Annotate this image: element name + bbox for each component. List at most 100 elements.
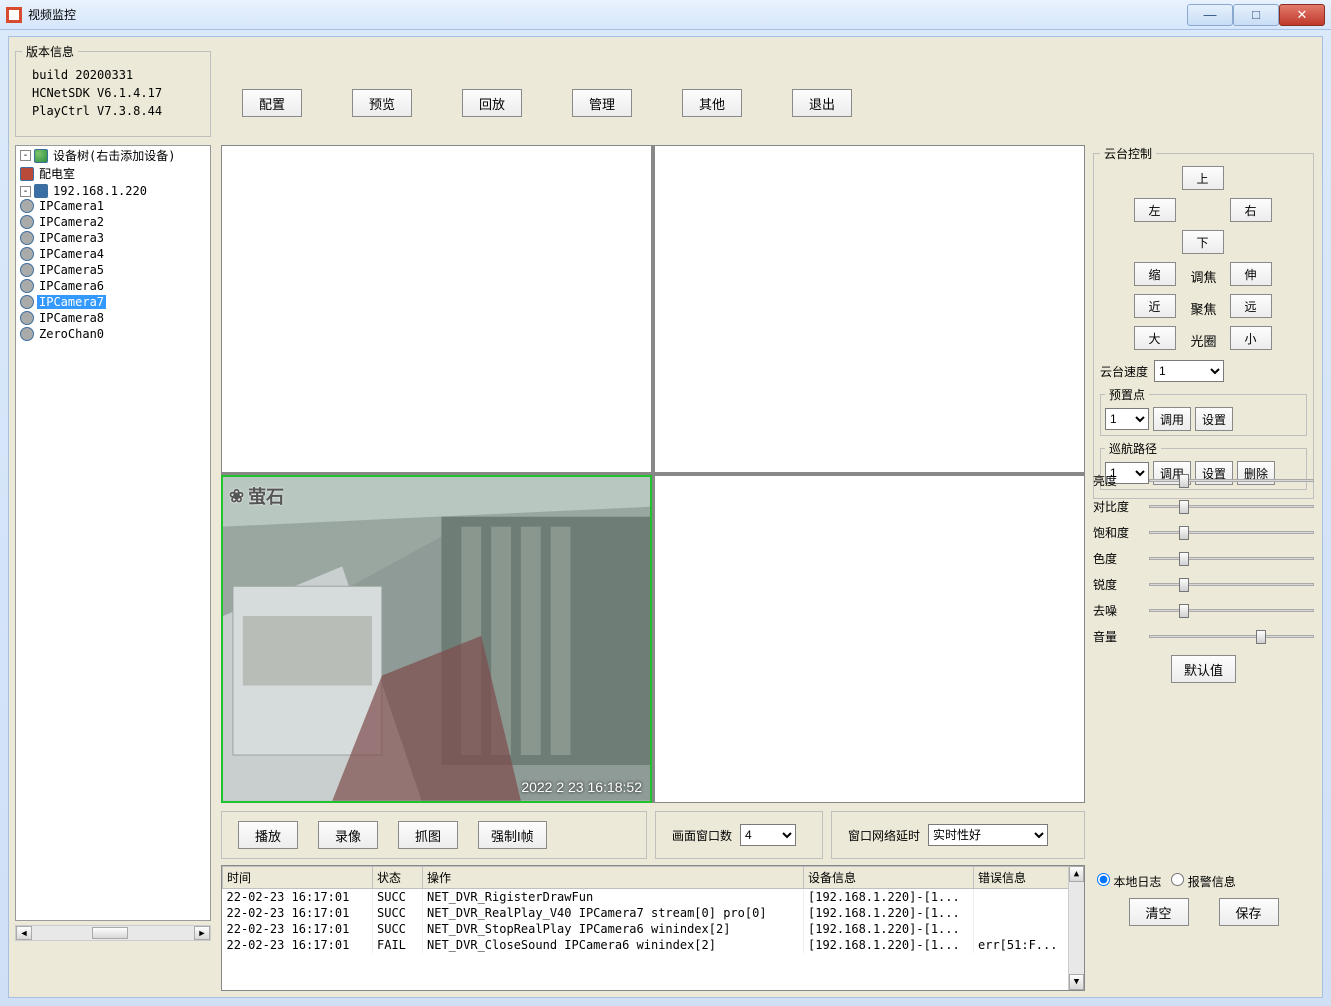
camera-icon	[20, 263, 34, 277]
minimize-button[interactable]: —	[1187, 4, 1233, 26]
scroll-thumb[interactable]	[92, 927, 128, 939]
save-log-button[interactable]: 保存	[1219, 898, 1279, 926]
tree-camera[interactable]: IPCamera2	[16, 215, 210, 229]
ptz-down-button[interactable]: 下	[1182, 230, 1224, 254]
scroll-down-icon[interactable]: ▼	[1069, 974, 1084, 990]
video-cell-1[interactable]	[221, 145, 652, 473]
table-row[interactable]: 22-02-23 16:17:01SUCCNET_DVR_StopRealPla…	[223, 921, 1084, 937]
contrast-slider[interactable]	[1149, 496, 1314, 516]
ptz-speed-select[interactable]: 1	[1154, 360, 1224, 382]
ptz-zoomin-button[interactable]: 伸	[1230, 262, 1272, 286]
wincount-select[interactable]: 4	[740, 824, 796, 846]
volume-slider[interactable]	[1149, 626, 1314, 646]
ptz-panel: 云台控制 上 左右 下 缩调焦伸 近聚焦远 大光圈小 云台速度 1 预置点 1 …	[1093, 145, 1314, 499]
col-status[interactable]: 状态	[373, 867, 423, 889]
device-tree[interactable]: - 设备树(右击添加设备) 配电室 - 192.168.1.220 IPCame…	[15, 145, 211, 921]
playback-button[interactable]: 回放	[462, 89, 522, 117]
tree-hscroll[interactable]: ◄ ►	[15, 925, 211, 941]
video-cell-2[interactable]	[654, 145, 1085, 473]
expander-icon[interactable]: -	[20, 150, 31, 161]
video-cell-4[interactable]	[654, 475, 1085, 803]
table-row[interactable]: 22-02-23 16:17:01SUCCNET_DVR_RigisterDra…	[223, 889, 1084, 906]
record-button[interactable]: 录像	[318, 821, 378, 849]
manage-button[interactable]: 管理	[572, 89, 632, 117]
version-play: PlayCtrl V7.3.8.44	[32, 104, 204, 118]
saturation-slider[interactable]	[1149, 522, 1314, 542]
denoise-slider[interactable]	[1149, 600, 1314, 620]
exit-button[interactable]: 退出	[792, 89, 852, 117]
tree-camera[interactable]: IPCamera7	[16, 295, 210, 309]
tree-camera[interactable]: ZeroChan0	[16, 327, 210, 341]
camera-icon	[20, 247, 34, 261]
table-row[interactable]: 22-02-23 16:17:01SUCCNET_DVR_RealPlay_V4…	[223, 905, 1084, 921]
config-button[interactable]: 配置	[242, 89, 302, 117]
default-button[interactable]: 默认值	[1171, 655, 1236, 683]
maximize-button[interactable]: □	[1233, 4, 1279, 26]
camera-icon	[20, 231, 34, 245]
camera-icon	[20, 199, 34, 213]
hue-label: 色度	[1093, 550, 1143, 567]
tree-root[interactable]: - 设备树(右击添加设备)	[16, 147, 210, 164]
delay-label: 窗口网络延时	[848, 827, 920, 844]
video-cell-3-active[interactable]: ❀ 萤石 2022 2 23 16:18:52	[221, 475, 652, 803]
iframe-button[interactable]: 强制I帧	[478, 821, 547, 849]
col-dev[interactable]: 设备信息	[804, 867, 974, 889]
scroll-up-icon[interactable]: ▲	[1069, 866, 1084, 882]
ptz-up-button[interactable]: 上	[1182, 166, 1224, 190]
tree-camera-label: IPCamera5	[37, 263, 106, 277]
preset-select[interactable]: 1	[1105, 408, 1149, 430]
ptz-far-button[interactable]: 远	[1230, 294, 1272, 318]
preview-button[interactable]: 预览	[352, 89, 412, 117]
ptz-zoomout-button[interactable]: 缩	[1134, 262, 1176, 286]
brightness-slider[interactable]	[1149, 470, 1314, 490]
saturation-label: 饱和度	[1093, 524, 1143, 541]
tree-camera[interactable]: IPCamera6	[16, 279, 210, 293]
tree-camera[interactable]: IPCamera8	[16, 311, 210, 325]
preset-set-button[interactable]: 设置	[1195, 407, 1233, 431]
tree-camera[interactable]: IPCamera5	[16, 263, 210, 277]
ptz-left-button[interactable]: 左	[1134, 198, 1176, 222]
ptz-near-button[interactable]: 近	[1134, 294, 1176, 318]
ptz-right-button[interactable]: 右	[1230, 198, 1272, 222]
play-button[interactable]: 播放	[238, 821, 298, 849]
hue-slider[interactable]	[1149, 548, 1314, 568]
local-log-radio[interactable]: 本地日志	[1097, 873, 1161, 890]
version-build: build 20200331	[32, 68, 204, 82]
tree-camera[interactable]: IPCamera4	[16, 247, 210, 261]
close-button[interactable]: ✕	[1279, 4, 1325, 26]
tree-camera-label: IPCamera1	[37, 199, 106, 213]
ptz-focus-label: 聚焦	[1182, 294, 1226, 322]
col-op[interactable]: 操作	[423, 867, 804, 889]
expander-icon[interactable]: -	[20, 186, 31, 197]
ptz-irisclose-button[interactable]: 小	[1230, 326, 1272, 350]
watermark-icon: ❀	[229, 486, 244, 507]
ptz-irisopen-button[interactable]: 大	[1134, 326, 1176, 350]
snapshot-button[interactable]: 抓图	[398, 821, 458, 849]
preset-call-button[interactable]: 调用	[1153, 407, 1191, 431]
window-title: 视频监控	[28, 6, 1187, 23]
scroll-left-icon[interactable]: ◄	[16, 926, 32, 940]
clear-log-button[interactable]: 清空	[1129, 898, 1189, 926]
contrast-label: 对比度	[1093, 498, 1143, 515]
col-time[interactable]: 时间	[223, 867, 373, 889]
delay-select[interactable]: 实时性好	[928, 824, 1048, 846]
camera-icon	[20, 295, 34, 309]
sharp-label: 锐度	[1093, 576, 1143, 593]
tree-device[interactable]: - 192.168.1.220	[16, 184, 210, 198]
tree-offline[interactable]: 配电室	[16, 165, 210, 182]
log-control: 本地日志 报警信息 清空 保存	[1093, 865, 1314, 991]
other-button[interactable]: 其他	[682, 89, 742, 117]
tree-camera[interactable]: IPCamera1	[16, 199, 210, 213]
table-row[interactable]: 22-02-23 16:17:01FAILNET_DVR_CloseSound …	[223, 937, 1084, 953]
globe-icon	[34, 149, 48, 163]
camera-timestamp: 2022 2 23 16:18:52	[521, 779, 642, 795]
alarm-log-radio[interactable]: 报警信息	[1171, 873, 1235, 890]
sharp-slider[interactable]	[1149, 574, 1314, 594]
tree-camera[interactable]: IPCamera3	[16, 231, 210, 245]
wincount-label: 画面窗口数	[672, 827, 732, 844]
log-table[interactable]: 时间 状态 操作 设备信息 错误信息 22-02-23 16:17:01SUCC…	[221, 865, 1085, 991]
log-vscroll[interactable]: ▲ ▼	[1068, 866, 1084, 990]
scroll-right-icon[interactable]: ►	[194, 926, 210, 940]
camera-icon	[20, 279, 34, 293]
col-err[interactable]: 错误信息	[974, 867, 1084, 889]
